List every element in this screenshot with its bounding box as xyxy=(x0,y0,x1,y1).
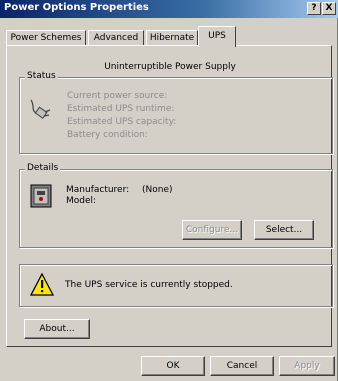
status-rows: Current power source: Estimated UPS runt… xyxy=(67,90,176,142)
status-battery-condition: Battery condition: xyxy=(67,130,148,140)
service-message-group: The UPS service is currently stopped. xyxy=(19,264,333,307)
warning-icon xyxy=(30,273,54,296)
tab-advanced[interactable]: Advanced xyxy=(88,30,144,46)
status-current-power-source: Current power source: xyxy=(67,91,168,101)
about-button[interactable]: About... xyxy=(24,319,90,339)
ups-tab-panel: Uninterruptible Power Supply Status Curr… xyxy=(6,45,333,347)
model-label: Model: xyxy=(66,196,97,206)
tab-ups[interactable]: UPS xyxy=(198,26,236,47)
configure-button[interactable]: Configure... xyxy=(182,220,242,240)
details-fields: Manufacturer: (None) Model: xyxy=(66,185,173,207)
details-group: Details Manufacturer: (None) Model: Conf… xyxy=(19,163,333,248)
tab-power-schemes[interactable]: Power Schemes xyxy=(6,30,86,46)
power-plug-icon xyxy=(30,99,51,119)
status-estimated-runtime: Estimated UPS runtime: xyxy=(67,104,175,114)
close-button[interactable]: X xyxy=(322,2,336,15)
title-bar[interactable]: Power Options Properties ? X xyxy=(0,0,338,18)
help-button[interactable]: ? xyxy=(307,2,321,15)
power-options-dialog: Power Options Properties ? X Power Schem… xyxy=(0,0,338,381)
details-group-label: Details xyxy=(25,163,61,173)
manufacturer-value: (None) xyxy=(142,185,173,195)
status-group-label: Status xyxy=(25,71,58,81)
ok-button[interactable]: OK xyxy=(141,356,205,376)
status-estimated-capacity: Estimated UPS capacity: xyxy=(67,117,177,127)
tab-hibernate[interactable]: Hibernate xyxy=(146,30,198,46)
apply-button[interactable]: Apply xyxy=(279,356,335,376)
manufacturer-label: Manufacturer: xyxy=(66,185,130,195)
select-button[interactable]: Select... xyxy=(254,220,314,240)
ups-device-icon xyxy=(30,184,52,208)
cancel-button[interactable]: Cancel xyxy=(210,356,274,376)
status-group: Status Current power source: Estimated U… xyxy=(19,71,333,154)
service-status-message: The UPS service is currently stopped. xyxy=(65,280,233,290)
window-title: Power Options Properties xyxy=(4,2,149,13)
